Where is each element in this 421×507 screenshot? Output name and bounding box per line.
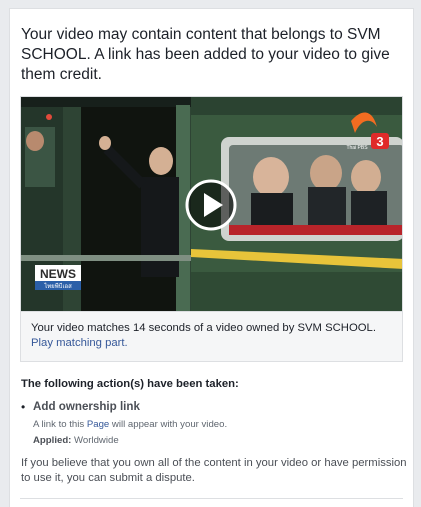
action-item-applied: Applied: Worldwide (33, 435, 119, 446)
play-matching-part-link[interactable]: Play matching part. (31, 337, 128, 349)
dispute-text: If you believe that you own all of the c… (21, 457, 407, 484)
action-item-description: A link to this Page will appear with you… (33, 419, 227, 430)
divider (20, 498, 403, 499)
video-thumbnail[interactable]: NEWS ไทยพีบีเอส 3 Thai PBS (20, 96, 403, 312)
action-desc-suffix: will appear with your video. (109, 419, 228, 430)
match-info-box: Your video matches 14 seconds of a video… (20, 312, 403, 362)
play-button[interactable] (185, 179, 237, 231)
applied-value: Worldwide (71, 435, 119, 446)
action-desc-prefix: A link to this (33, 419, 87, 430)
notice-headline: Your video may contain content that belo… (21, 26, 390, 83)
applied-label: Applied: (33, 435, 72, 446)
news-badge-label: NEWS (40, 267, 76, 281)
bullet-icon: • (21, 400, 26, 414)
actions-heading: The following action(s) have been taken: (21, 378, 239, 390)
action-item-title: Add ownership link (33, 400, 140, 413)
video-frame: NEWS ไทยพีบีเอส 3 Thai PBS (21, 97, 402, 311)
copyright-notice-card: Your video may contain content that belo… (9, 8, 414, 507)
channel-logo-number: 3 (376, 134, 383, 149)
news-badge-sublabel: ไทยพีบีเอส (43, 282, 72, 290)
channel-logo-sublabel: Thai PBS (346, 145, 368, 151)
match-info-text: Your video matches 14 seconds of a video… (31, 322, 376, 334)
page-link[interactable]: Page (87, 419, 109, 430)
